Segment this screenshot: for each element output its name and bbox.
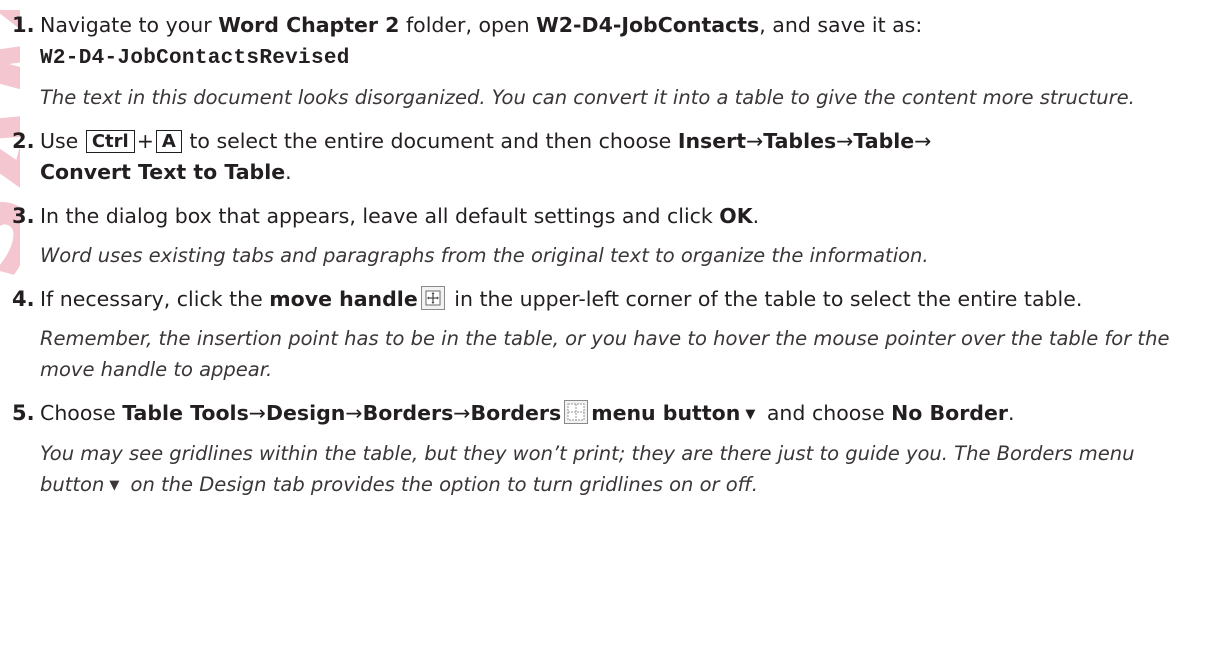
arrow-icon: →	[345, 401, 363, 425]
move-handle-icon	[420, 286, 445, 310]
arrow-icon: →	[453, 401, 471, 425]
step-note: The text in this document looks disorgan…	[40, 86, 1135, 109]
step-text: Use Ctrl + A to select the entire document…	[40, 129, 932, 184]
step-number: 1.	[12, 13, 35, 37]
command-design: Design	[265, 401, 346, 425]
step-1: 1. Navigate to your Word Chapter 2 folde…	[12, 10, 1192, 74]
step-number: 5.	[12, 401, 35, 425]
step-note: Word uses existing tabs and paragraphs f…	[40, 244, 929, 267]
step-3: 3. In the dialog box that appears, leave…	[12, 201, 1192, 232]
command-move-handle: move handle	[269, 287, 418, 311]
arrow-icon: →	[914, 129, 932, 153]
file-name: W2-D4-JobContacts	[536, 13, 760, 37]
command-no-border: No Border	[891, 401, 1008, 425]
step-text: Choose Table Tools→Design→Borders→Border…	[40, 398, 1192, 430]
instructions: 1. Navigate to your Word Chapter 2 folde…	[12, 10, 1192, 501]
step-note: You may see gridlines within the table, …	[40, 438, 1192, 501]
chevron-down-icon: ▼	[745, 407, 756, 422]
arrow-icon: →	[746, 129, 764, 153]
command-borders-2: Borders	[470, 401, 562, 425]
step-note: Remember, the insertion point has to be …	[40, 327, 1170, 381]
step-text: If necessary, click the move handle in t…	[40, 286, 1083, 311]
folder-name: Word Chapter 2	[218, 13, 400, 37]
arrow-icon: →	[836, 129, 854, 153]
step-number: 3.	[12, 204, 35, 228]
step-number: 4.	[12, 287, 35, 311]
save-as-filename: W2-D4-JobContactsRevised	[40, 47, 350, 70]
command-insert: Insert	[677, 129, 747, 153]
command-ok: OK	[719, 204, 753, 228]
command-borders: Borders	[362, 401, 454, 425]
step-number: 2.	[12, 129, 35, 153]
step-4: 4. If necessary, click the move handle i…	[12, 284, 1192, 315]
a-key: A	[155, 130, 182, 153]
command-convert: Convert Text to Table	[40, 160, 286, 184]
step-2: 2. Use Ctrl + A to select the entire docum…	[12, 126, 1192, 188]
step-text: In the dialog box that appears, leave al…	[40, 204, 760, 228]
ctrl-key: Ctrl	[85, 130, 135, 153]
chevron-down-icon: ▼	[109, 478, 120, 493]
step-text: Navigate to your Word Chapter 2 folder, …	[40, 13, 923, 70]
step-5: 5. Choose Table Tools→Design→Borders→Bor…	[12, 398, 1192, 430]
command-table: Table	[853, 129, 915, 153]
command-menu-button: menu button	[591, 401, 741, 425]
arrow-icon: →	[248, 401, 266, 425]
command-tables: Tables	[763, 129, 837, 153]
command-table-tools: Table Tools	[122, 401, 249, 425]
borders-icon	[564, 400, 589, 424]
